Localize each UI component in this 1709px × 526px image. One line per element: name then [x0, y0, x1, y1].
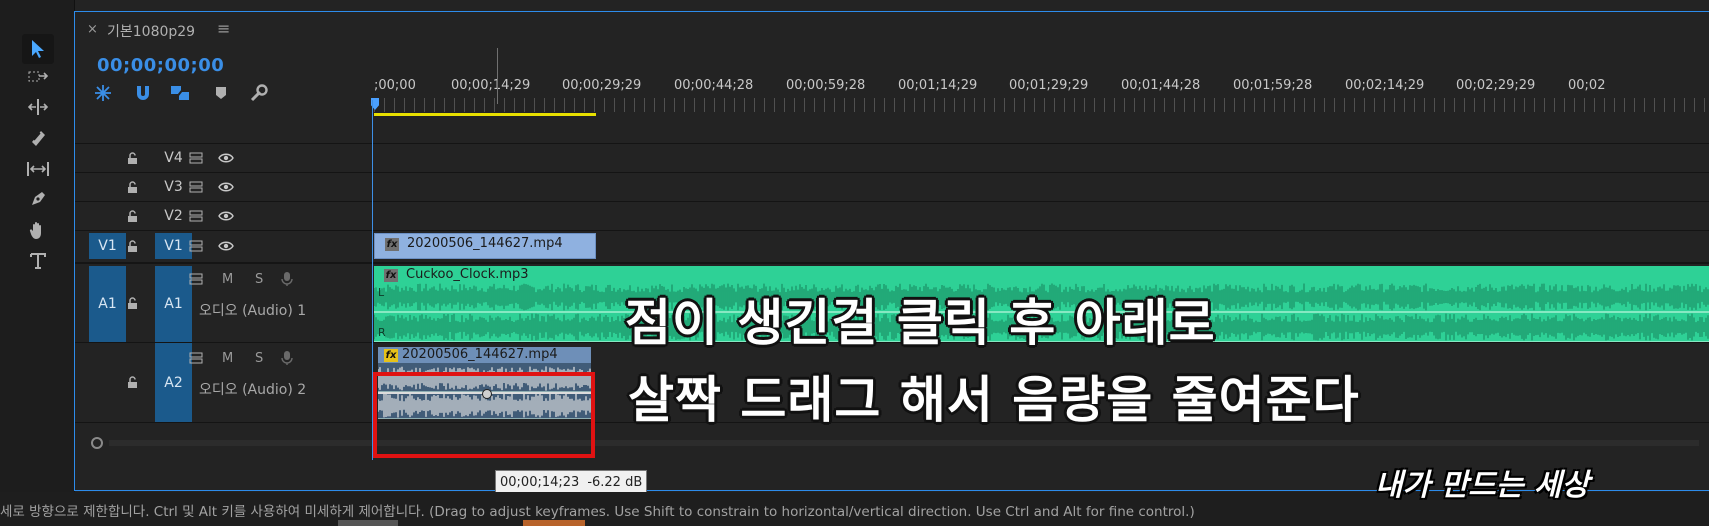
video-clip[interactable]: fx 20200506_144627.mp4 — [374, 233, 596, 259]
ruler-hover-line — [497, 48, 498, 104]
tools-panel — [0, 0, 75, 492]
fx-badge: fx — [384, 349, 398, 362]
ruler-ticks — [374, 98, 1709, 112]
time-ruler[interactable]: ;00;00 00;00;14;29 00;00;29;29 00;00;44;… — [371, 72, 1709, 120]
sync-lock-icon[interactable] — [187, 349, 205, 367]
ripple-edit-tool-icon[interactable] — [22, 92, 54, 122]
selection-tool-icon[interactable] — [22, 34, 54, 64]
sync-lock-icon[interactable] — [187, 270, 205, 288]
ruler-label: 00;01;14;29 — [898, 78, 978, 93]
source-patch-a1[interactable]: A1 — [89, 266, 126, 342]
lock-icon[interactable] — [123, 294, 141, 312]
track-header: V4 — [75, 144, 374, 173]
sequence-tab-title[interactable]: 기본1080p29 — [107, 21, 195, 41]
razor-tool-icon[interactable] — [22, 123, 54, 153]
watermark: 내가 만드는 세상 — [1375, 468, 1590, 503]
add-marker-icon[interactable] — [209, 81, 233, 105]
pen-tool-icon[interactable] — [22, 184, 54, 214]
clip-name: Cuckoo_Clock.mp3 — [406, 267, 529, 282]
right-channel-label: R — [378, 326, 386, 339]
zoom-scroll-handle[interactable] — [91, 437, 103, 449]
panel-tab-indicator-active — [523, 520, 585, 526]
sync-lock-icon[interactable] — [187, 207, 205, 225]
track-v1: V1 V1 fx 20200506_144627.mp4 — [75, 230, 1709, 261]
status-text: 세로 방향으로 제한합니다. Ctrl 및 Alt 키를 사용하여 미세하게 제… — [0, 504, 1195, 520]
lock-icon[interactable] — [123, 237, 141, 255]
sync-lock-icon[interactable] — [187, 149, 205, 167]
nest-sequence-icon[interactable] — [91, 81, 115, 105]
eye-icon[interactable] — [217, 237, 235, 255]
solo-button[interactable]: S — [255, 351, 263, 366]
track-header: V2 — [75, 202, 374, 231]
lock-icon[interactable] — [123, 178, 141, 196]
lock-icon[interactable] — [123, 207, 141, 225]
slip-tool-icon[interactable] — [22, 154, 54, 184]
eye-icon[interactable] — [217, 178, 235, 196]
fx-badge: fx — [384, 269, 398, 282]
mute-button[interactable]: M — [222, 351, 233, 366]
lock-icon[interactable] — [123, 149, 141, 167]
eye-icon[interactable] — [217, 207, 235, 225]
wrench-settings-icon[interactable] — [247, 81, 271, 105]
panel-menu-icon[interactable]: ≡ — [217, 19, 230, 38]
highlight-box — [373, 372, 595, 458]
ruler-label: 00;02 — [1568, 78, 1606, 93]
ruler-label: 00;02;14;29 — [1345, 78, 1425, 93]
ruler-label: 00;00;59;28 — [786, 78, 866, 93]
tooltip-time: 00;00;14;23 — [500, 474, 580, 490]
track-select-tool-icon[interactable] — [22, 62, 54, 92]
track-name[interactable]: 오디오 (Audio) 2 — [199, 379, 306, 399]
clip-name: 20200506_144627.mp4 — [402, 347, 558, 362]
track-name[interactable]: 오디오 (Audio) 1 — [199, 300, 306, 320]
keyframe-tooltip: 00;00;14;23 -6.22 dB — [495, 470, 648, 494]
left-channel-label: L — [378, 286, 385, 299]
eye-icon[interactable] — [217, 149, 235, 167]
microphone-icon[interactable] — [278, 270, 296, 288]
ruler-label: 00;00;14;29 — [451, 78, 531, 93]
ruler-label: 00;01;44;28 — [1121, 78, 1201, 93]
microphone-icon[interactable] — [278, 349, 296, 367]
ruler-label: 00;00;29;29 — [562, 78, 642, 93]
horizontal-scrollbar[interactable] — [109, 440, 1699, 446]
fx-badge: fx — [385, 238, 399, 251]
work-area-bar[interactable] — [374, 113, 596, 116]
tab-close-button[interactable]: × — [87, 22, 98, 37]
ruler-label: 00;01;29;29 — [1009, 78, 1089, 93]
clip-name: 20200506_144627.mp4 — [407, 236, 563, 251]
source-patch-v1[interactable]: V1 — [89, 233, 126, 259]
tooltip-level: -6.22 dB — [587, 474, 643, 490]
sync-lock-icon[interactable] — [187, 178, 205, 196]
panel-tab-indicator — [338, 520, 398, 526]
track-header: V1 V1 — [75, 231, 374, 261]
sync-lock-icon[interactable] — [187, 237, 205, 255]
overlay-caption-line1: 점이 생긴걸 클릭 후 아래로 — [625, 294, 1216, 352]
lock-icon[interactable] — [123, 373, 141, 391]
ruler-label: 00;01;59;28 — [1233, 78, 1313, 93]
track-header: V3 — [75, 173, 374, 202]
solo-button[interactable]: S — [255, 272, 263, 287]
track-v3: V3 — [75, 172, 1709, 202]
panel-header: × 기본1080p29 ≡ — [75, 12, 1709, 50]
ruler-label: 00;00;44;28 — [674, 78, 754, 93]
hand-tool-icon[interactable] — [22, 215, 54, 245]
track-v2: V2 — [75, 201, 1709, 231]
track-header: A2 M S 오디오 (Audio) 2 — [75, 343, 374, 423]
overlay-caption-line2: 살짝 드래그 해서 음량을 줄여준다 — [628, 371, 1360, 429]
mute-button[interactable]: M — [222, 272, 233, 287]
ruler-label: ;00;00 — [374, 78, 416, 93]
track-v4: V4 — [75, 143, 1709, 173]
linked-selection-icon[interactable] — [168, 81, 192, 105]
snap-magnet-icon[interactable] — [131, 81, 155, 105]
type-tool-icon[interactable] — [22, 246, 54, 276]
playhead-timecode[interactable]: 00;00;00;00 — [97, 55, 224, 76]
ruler-label: 00;02;29;29 — [1456, 78, 1536, 93]
track-header: A1 A1 M S 오디오 (Audio) 1 — [75, 264, 374, 344]
